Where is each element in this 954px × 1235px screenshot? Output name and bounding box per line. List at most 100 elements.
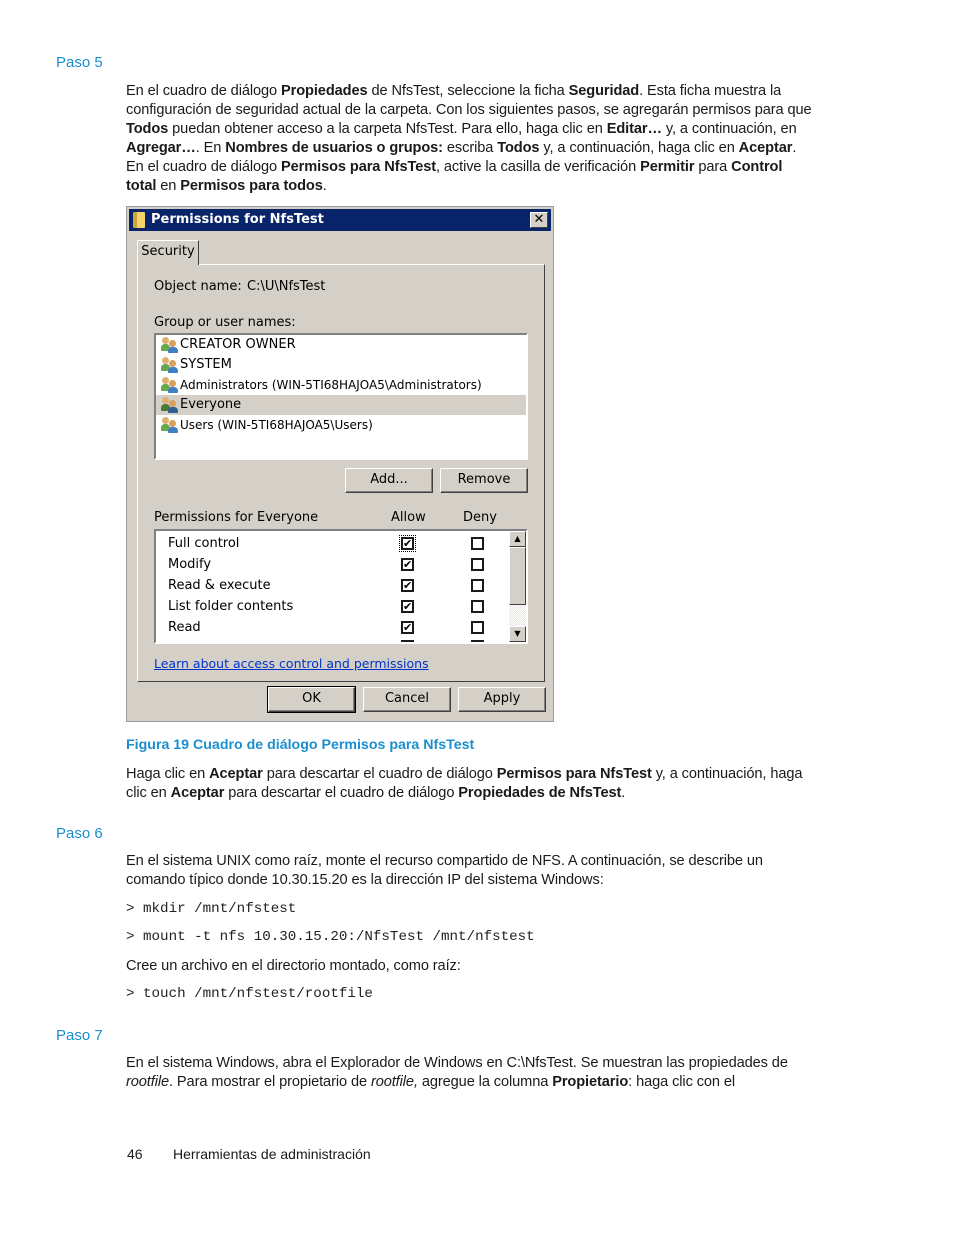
bold-term: Permisos para todos — [180, 178, 323, 194]
permission-row: Full control — [168, 536, 239, 557]
scroll-up-button[interactable]: ▲ — [509, 531, 526, 547]
allow-checkbox-modify[interactable]: ✔ — [401, 558, 414, 571]
deny-checkbox-modify[interactable] — [471, 558, 484, 571]
scroll-thumb[interactable] — [509, 547, 526, 605]
bold-term: Seguridad — [568, 83, 640, 99]
list-item[interactable]: Administrators (WIN-5TI68HAJOA5\Administ… — [156, 375, 526, 395]
add-button[interactable]: Add... — [345, 468, 433, 493]
allow-checkbox-partial[interactable] — [401, 640, 414, 642]
list-item-selected[interactable]: Everyone — [156, 395, 526, 415]
text: agregue la columna — [417, 1074, 553, 1090]
deny-header: Deny — [463, 510, 497, 525]
user-name: SYSTEM — [180, 357, 232, 372]
bold-term: Agregar… — [126, 140, 196, 156]
paso6-intro: En el sistema UNIX como raíz, monte el r… — [126, 853, 763, 888]
bold-term: Aceptar — [738, 140, 793, 156]
user-name: Administrators (WIN-5TI68HAJOA5\Administ… — [180, 378, 482, 392]
permission-name: Read & execute — [168, 578, 271, 593]
permission-name: Full control — [168, 536, 240, 551]
text: . — [322, 178, 327, 194]
group-names-label: Group or user names: — [154, 315, 296, 330]
deny-checkbox-read[interactable] — [471, 621, 484, 634]
text: , active la casilla de verificación — [436, 159, 641, 175]
learn-more-link[interactable]: Learn about access control and permissio… — [154, 656, 429, 671]
apply-button[interactable]: Apply — [458, 687, 546, 712]
user-group-icon — [161, 337, 179, 353]
arrow-down-icon: ▼ — [514, 629, 521, 638]
list-item[interactable]: Users (WIN-5TI68HAJOA5\Users) — [156, 415, 526, 435]
allow-checkbox-read-execute[interactable]: ✔ — [401, 579, 414, 592]
text: Haga clic en — [126, 766, 210, 782]
close-icon: ✕ — [533, 212, 545, 227]
user-group-icon — [161, 417, 179, 433]
deny-checkbox-partial[interactable] — [471, 640, 484, 642]
command-mkdir: > mkdir /mnt/nfstest — [126, 901, 297, 917]
check-icon: ✔ — [403, 621, 413, 634]
page-number: 46 — [127, 1146, 143, 1162]
check-icon: ✔ — [403, 558, 413, 571]
user-name: Everyone — [180, 397, 242, 412]
cancel-button[interactable]: Cancel — [363, 687, 451, 712]
text: : haga clic con el — [628, 1074, 736, 1090]
permission-row: Modify — [168, 557, 211, 578]
footer-section-title: Herramientas de administración — [173, 1146, 371, 1162]
bold-term: Nombres de usuarios o grupos: — [225, 140, 443, 156]
folder-icon — [133, 212, 145, 228]
list-item[interactable]: SYSTEM — [156, 355, 526, 375]
user-group-icon — [161, 397, 179, 413]
user-list[interactable]: CREATOR OWNER SYSTEM Administrators (WIN… — [154, 333, 528, 460]
bold-term: Editar… — [606, 121, 662, 137]
close-button[interactable]: ✕ — [530, 212, 548, 228]
paso5-paragraph: En el cuadro de diálogo Propiedades de N… — [126, 82, 816, 196]
deny-checkbox-read-execute[interactable] — [471, 579, 484, 592]
command-mount: > mount -t nfs 10.30.15.20:/NfsTest /mnt… — [126, 929, 535, 945]
permissions-label: Permissions for Everyone — [154, 510, 319, 525]
bold-term: Permitir — [640, 159, 695, 175]
dialog-title: Permissions for NfsTest — [151, 212, 324, 227]
tab-security[interactable]: Security — [137, 240, 199, 265]
object-name-value: C:\U\NfsTest — [247, 279, 326, 294]
deny-checkbox-list-folder[interactable] — [471, 600, 484, 613]
user-name: Users (WIN-5TI68HAJOA5\Users) — [180, 418, 373, 432]
permissions-list: Full control Modify Read & execute List … — [154, 529, 528, 644]
allow-checkbox-full-control[interactable]: ✔ — [399, 535, 416, 552]
user-group-icon — [161, 357, 179, 373]
text: de NfsTest, seleccione la ficha — [367, 83, 569, 99]
scroll-down-button[interactable]: ▼ — [509, 626, 526, 642]
text: escriba — [442, 140, 498, 156]
permission-name: Read — [168, 620, 201, 635]
arrow-up-icon: ▲ — [514, 534, 521, 543]
permissions-dialog: Permissions for NfsTest ✕ Security Objec… — [126, 206, 554, 722]
allow-checkbox-read[interactable]: ✔ — [401, 621, 414, 634]
check-icon: ✔ — [403, 600, 413, 613]
bold-term: Permisos para NfsTest — [281, 159, 436, 175]
text: En el cuadro de diálogo — [126, 83, 282, 99]
dialog-titlebar: Permissions for NfsTest ✕ — [129, 209, 551, 231]
allow-header: Allow — [391, 510, 426, 525]
deny-checkbox-full-control[interactable] — [471, 537, 484, 550]
text: . En — [195, 140, 226, 156]
allow-checkbox-list-folder[interactable]: ✔ — [401, 600, 414, 613]
list-item[interactable]: CREATOR OWNER — [156, 335, 526, 355]
user-name: CREATOR OWNER — [180, 337, 296, 352]
permission-name: List folder contents — [168, 599, 294, 614]
ok-button[interactable]: OK — [267, 686, 356, 713]
italic-term: rootfile, — [370, 1074, 418, 1090]
bold-term: Propiedades de NfsTest — [458, 785, 622, 801]
permissions-scrollbar[interactable]: ▲ ▼ — [509, 531, 526, 642]
text: para descartar el cuadro de diálogo — [224, 785, 459, 801]
bold-term: Permisos para NfsTest — [496, 766, 652, 782]
paso7-paragraph: En el sistema Windows, abra el Explorado… — [126, 1054, 816, 1092]
command-touch: > touch /mnt/nfstest/rootfile — [126, 986, 373, 1002]
permission-row: List folder contents — [168, 599, 293, 620]
italic-term: rootfile — [126, 1074, 170, 1090]
remove-button[interactable]: Remove — [440, 468, 528, 493]
check-icon: ✔ — [403, 579, 413, 592]
bold-term: Todos — [497, 140, 540, 156]
text: . — [621, 785, 626, 801]
bold-term: Propietario — [552, 1074, 629, 1090]
text: puedan obtener acceso a la carpeta NfsTe… — [168, 121, 607, 137]
create-file-text: Cree un archivo en el directorio montado… — [126, 958, 461, 974]
text: y, a continuación, en — [661, 121, 797, 137]
after-figure-paragraph: Haga clic en Aceptar para descartar el c… — [126, 765, 816, 803]
